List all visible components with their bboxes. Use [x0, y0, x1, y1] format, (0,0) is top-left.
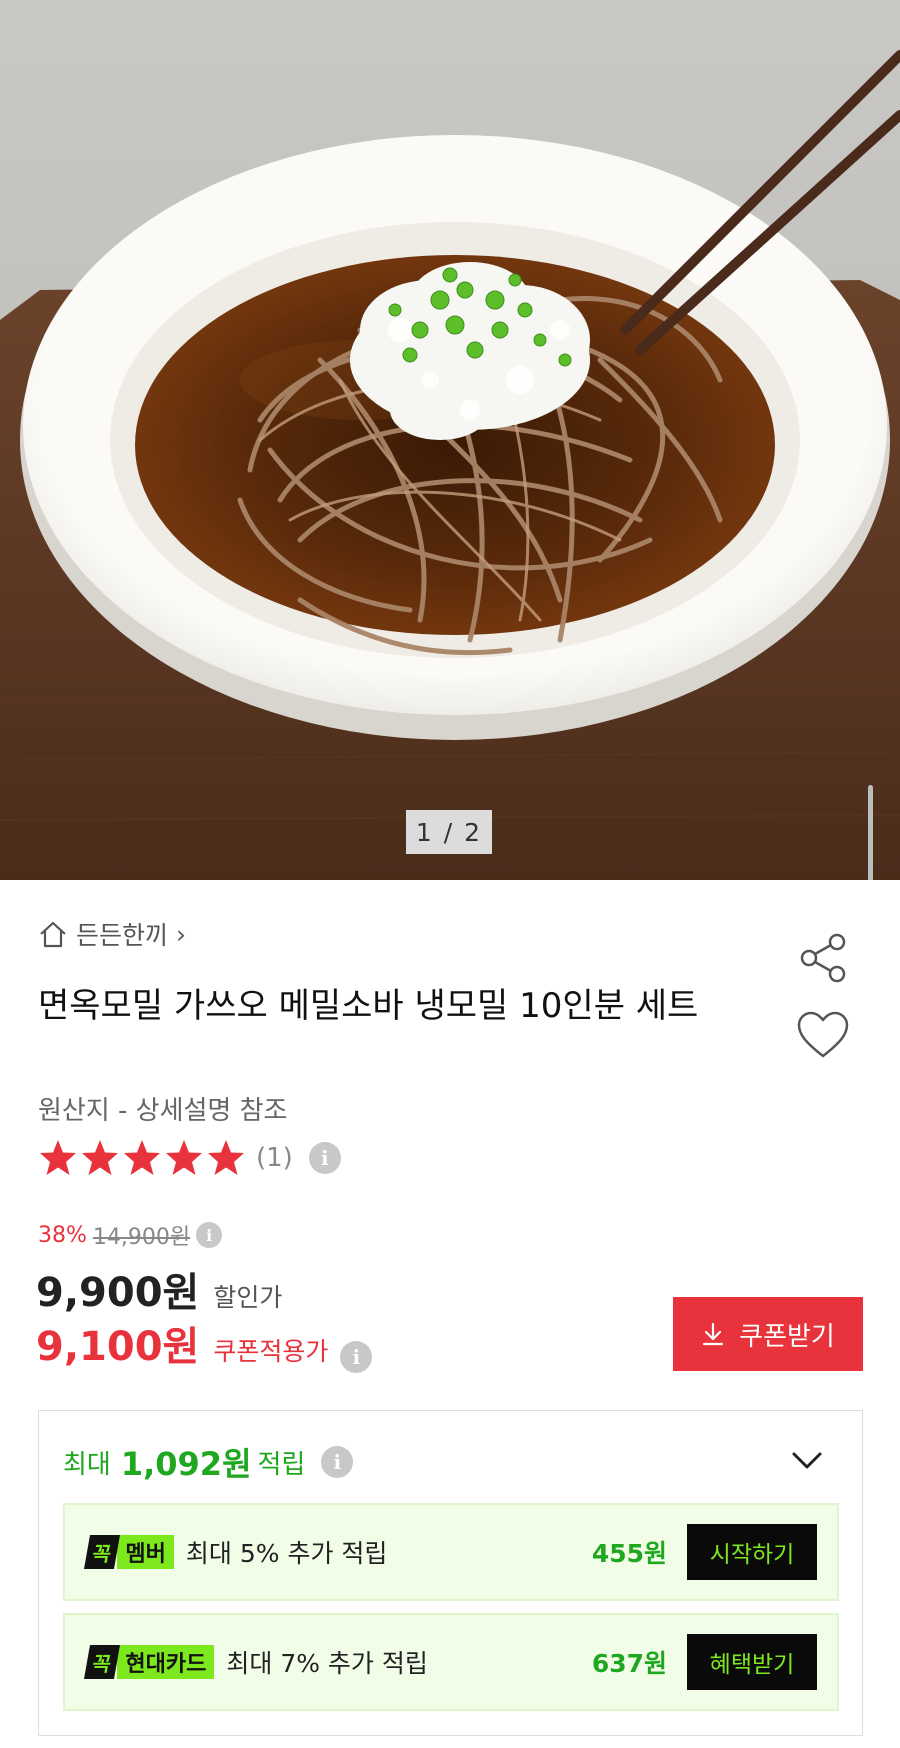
points-prefix: 최대 — [63, 1449, 111, 1480]
star-rating — [38, 1138, 246, 1178]
breadcrumb-brand[interactable]: 든든한끼 — [76, 916, 168, 952]
download-icon — [703, 1322, 724, 1346]
badge-mark: 꼭 — [84, 1535, 121, 1569]
info-icon[interactable]: i — [196, 1222, 223, 1248]
rating[interactable]: (1) i — [38, 1138, 341, 1178]
chevron-down-icon[interactable] — [791, 1451, 823, 1471]
points-amount: 1,092원 — [120, 1445, 252, 1483]
original-price: 14,900원 — [92, 1225, 191, 1250]
share-icon — [800, 933, 846, 983]
share-button[interactable] — [795, 930, 851, 986]
benefit-text: 최대 5% 추가 적립 — [185, 1539, 388, 1568]
star-icon — [82, 1140, 118, 1175]
star-icon — [166, 1140, 202, 1175]
benefit-member: 꼭 멤버 최대 5% 추가 적립 455원 시작하기 — [63, 1503, 839, 1601]
product-detail-page: 1 / 2 든든한끼 › 면옥모밀 가쓰오 메밀소바 냉모밀 10인분 세트 원… — [0, 0, 900, 1748]
discount-line: 38% 14,900원 i — [38, 1219, 223, 1251]
points-suffix: 적립 — [257, 1449, 306, 1480]
sale-price-label: 할인가 — [213, 1283, 283, 1312]
badge-mark: 꼭 — [84, 1645, 121, 1679]
image-pager: 1 / 2 — [406, 810, 492, 854]
max-points: 최대 1,092원 적립 i — [63, 1439, 354, 1485]
like-button[interactable] — [795, 1010, 851, 1062]
discount-rate: 38% — [38, 1222, 87, 1248]
badge-name: 멤버 — [117, 1535, 174, 1569]
coupon-price: 9,100원 — [36, 1324, 200, 1370]
card-badge: 꼭 현대카드 — [84, 1645, 215, 1679]
star-icon — [208, 1140, 244, 1175]
review-count[interactable]: (1) — [256, 1143, 293, 1173]
star-icon — [40, 1140, 76, 1175]
get-benefit-button[interactable]: 혜택받기 — [687, 1634, 817, 1690]
product-image-gallery[interactable]: 1 / 2 — [0, 0, 900, 880]
coupon-download-button[interactable]: 쿠폰받기 — [673, 1297, 863, 1371]
product-photo — [0, 50, 900, 880]
points-panel: 최대 1,092원 적립 i 꼭 멤버 최대 5% 추가 적립 455원 시작하… — [38, 1410, 863, 1736]
badge-name: 현대카드 — [117, 1645, 215, 1679]
breadcrumb[interactable]: 든든한끼 › — [38, 916, 186, 952]
info-icon[interactable]: i — [308, 1142, 341, 1174]
sale-price-row: 9,900원 할인가 — [36, 1260, 282, 1318]
member-badge: 꼭 멤버 — [84, 1535, 174, 1569]
benefit-amount: 455원 — [591, 1539, 667, 1568]
start-button[interactable]: 시작하기 — [687, 1524, 817, 1580]
heart-icon — [797, 1011, 849, 1058]
sale-price: 9,900원 — [36, 1270, 200, 1316]
coupon-price-label: 쿠폰적용가 — [213, 1337, 329, 1366]
star-icon — [124, 1140, 160, 1175]
coupon-price-row: 9,100원 쿠폰적용가 i — [36, 1314, 373, 1373]
benefit-amount: 637원 — [591, 1649, 667, 1678]
product-origin: 원산지 - 상세설명 참조 — [38, 1096, 288, 1126]
scrollbar[interactable] — [868, 785, 873, 880]
info-icon[interactable]: i — [321, 1446, 354, 1478]
benefit-text: 최대 7% 추가 적립 — [226, 1649, 428, 1678]
chevron-right-icon: › — [176, 919, 187, 949]
coupon-button-label: 쿠폰받기 — [739, 1321, 835, 1352]
home-icon — [38, 920, 68, 948]
info-icon[interactable]: i — [340, 1341, 373, 1373]
product-title: 면옥모밀 가쓰오 메밀소바 냉모밀 10인분 세트 — [38, 986, 699, 1026]
benefit-hyundai-card: 꼭 현대카드 최대 7% 추가 적립 637원 혜택받기 — [63, 1613, 839, 1711]
